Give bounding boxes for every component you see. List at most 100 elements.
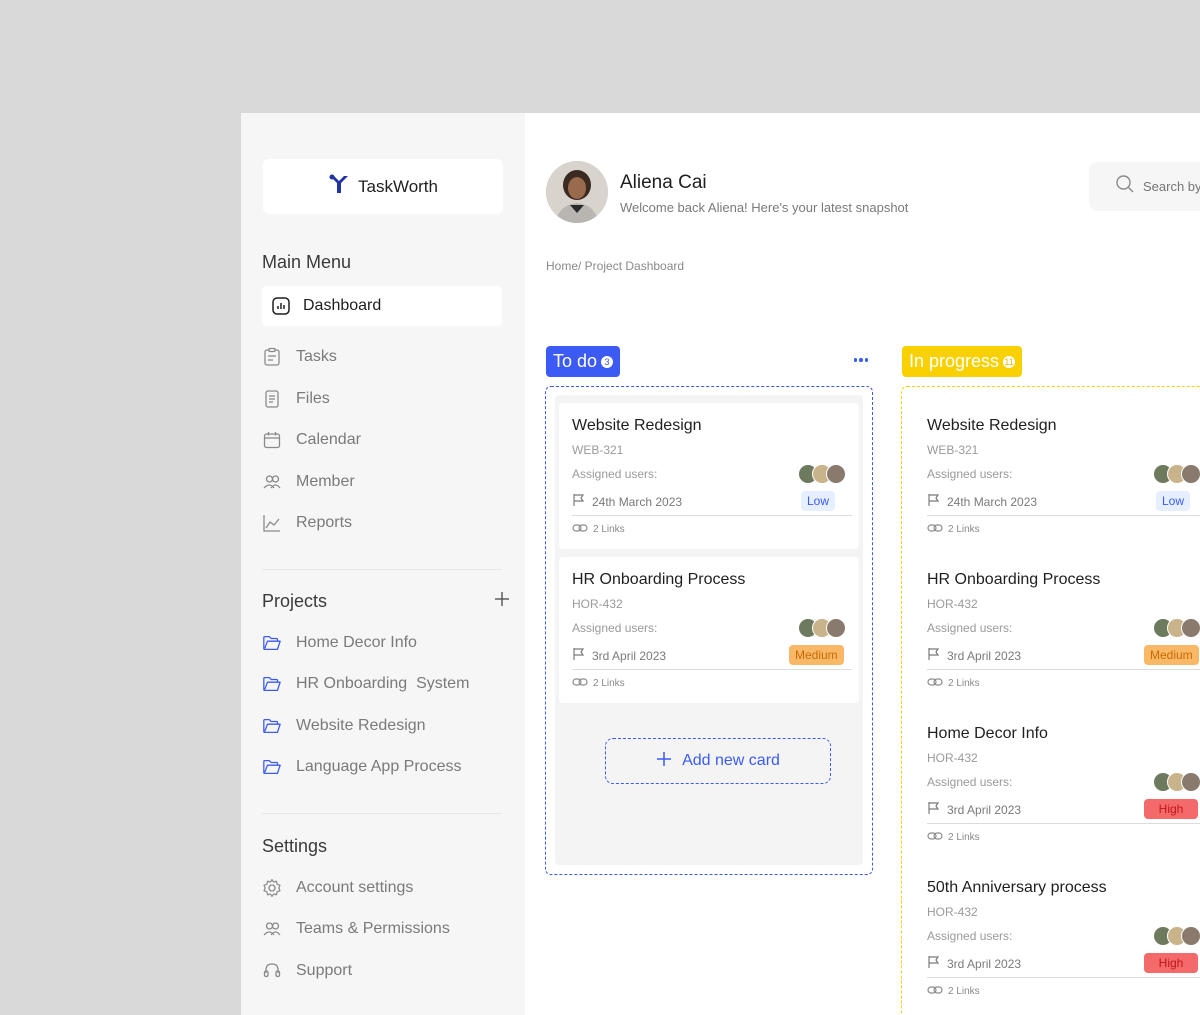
task-card[interactable]: HR Onboarding Process HOR-432 Assigned u… (914, 557, 1200, 703)
users-icon (262, 919, 282, 939)
divider (572, 515, 852, 516)
settings-item-account[interactable]: Account settings (262, 868, 502, 908)
divider (927, 977, 1200, 978)
card-title: Website Redesign (927, 417, 1057, 434)
settings-item-support[interactable]: Support (262, 951, 502, 991)
project-label: HR Onboarding System (296, 675, 470, 692)
flag-icon (927, 801, 941, 818)
project-item-website-redesign[interactable]: Website Redesign (262, 706, 502, 746)
assigned-avatars[interactable] (798, 618, 846, 638)
card-links[interactable]: 2 Links (927, 985, 980, 998)
gear-icon (262, 878, 282, 898)
dashboard-icon (271, 296, 291, 316)
task-card[interactable]: Home Decor Info HOR-432 Assigned users: … (914, 711, 1200, 857)
sidebar-item-dashboard[interactable]: Dashboard (262, 286, 502, 326)
card-date-text: 24th March 2023 (592, 494, 683, 509)
plus-icon (494, 591, 510, 612)
column-count-badge: 11 (1003, 355, 1016, 368)
search-input[interactable] (1143, 179, 1200, 194)
card-code: WEB-321 (927, 443, 979, 457)
link-icon (927, 831, 943, 844)
plus-icon (656, 751, 672, 772)
priority-badge: Low (801, 491, 836, 511)
calendar-icon (262, 430, 282, 450)
task-card[interactable]: HR Onboarding Process HOR-432 Assigned u… (559, 557, 859, 703)
card-code: HOR-432 (927, 751, 978, 765)
assigned-avatars[interactable] (1153, 926, 1200, 946)
priority-badge: High (1144, 953, 1198, 973)
card-links[interactable]: 2 Links (572, 523, 625, 536)
flag-icon (572, 647, 586, 664)
card-links[interactable]: 2 Links (927, 677, 980, 690)
assigned-avatars[interactable] (1153, 772, 1200, 792)
card-links[interactable]: 2 Links (572, 677, 625, 690)
task-card[interactable]: Website Redesign WEB-321 Assigned users:… (914, 403, 1200, 549)
search-box[interactable] (1089, 162, 1200, 211)
card-date: 24th March 2023 (927, 493, 1037, 510)
card-links[interactable]: 2 Links (927, 831, 980, 844)
search-icon (1115, 174, 1135, 199)
settings-item-teams[interactable]: Teams & Permissions (262, 909, 502, 949)
card-date-text: 24th March 2023 (947, 494, 1038, 509)
settings-label: Teams & Permissions (296, 920, 450, 937)
card-links-text: 2 Links (948, 524, 980, 535)
card-assigned-label: Assigned users: (927, 467, 1013, 481)
project-label: Language App Process (296, 758, 462, 775)
folder-icon (262, 633, 282, 653)
sidebar-item-member[interactable]: Member (262, 462, 502, 502)
assigned-avatars[interactable] (1153, 618, 1200, 638)
task-card[interactable]: 50th Anniversary process HOR-432 Assigne… (914, 865, 1200, 1011)
add-new-card-button[interactable]: Add new card (605, 738, 831, 784)
card-date: 3rd April 2023 (927, 647, 1021, 664)
flag-icon (927, 647, 941, 664)
card-links-text: 2 Links (593, 524, 625, 535)
card-assigned-label: Assigned users: (927, 621, 1013, 635)
link-icon (572, 523, 588, 536)
settings-label: Account settings (296, 879, 414, 896)
divider (262, 569, 502, 570)
avatar (1181, 618, 1200, 638)
card-code: HOR-432 (927, 905, 978, 919)
task-card[interactable]: Website Redesign WEB-321 Assigned users:… (559, 403, 859, 549)
logo[interactable]: TaskWorth (263, 159, 503, 214)
avatar (1181, 926, 1200, 946)
project-item-home-decor[interactable]: Home Decor Info (262, 623, 502, 663)
card-code: HOR-432 (572, 597, 623, 611)
in-progress-dropzone: Website Redesign WEB-321 Assigned users:… (901, 386, 1200, 1015)
sidebar-item-tasks[interactable]: Tasks (262, 337, 502, 377)
column-label-todo[interactable]: To do 3 (546, 346, 621, 377)
project-item-language-app[interactable]: Language App Process (262, 747, 502, 787)
todo-dropzone: Website Redesign WEB-321 Assigned users:… (545, 386, 873, 875)
folder-icon (262, 674, 282, 694)
more-options-button[interactable] (851, 352, 871, 368)
user-avatar[interactable] (546, 161, 608, 223)
divider (572, 669, 852, 670)
todo-list: Website Redesign WEB-321 Assigned users:… (555, 395, 863, 865)
assigned-avatars[interactable] (798, 464, 846, 484)
sidebar: TaskWorth Main Menu Dashboard Tasks File… (241, 113, 525, 1015)
settings-label: Support (296, 962, 353, 979)
column-count-badge: 3 (601, 355, 614, 368)
card-date-text: 3rd April 2023 (947, 956, 1022, 971)
card-title: HR Onboarding Process (572, 571, 746, 588)
projects-title: Projects (262, 591, 328, 611)
card-date: 3rd April 2023 (572, 647, 666, 664)
card-date: 3rd April 2023 (927, 801, 1021, 818)
sidebar-item-label: Reports (296, 514, 353, 531)
sidebar-item-files[interactable]: Files (262, 379, 502, 419)
card-date-text: 3rd April 2023 (947, 802, 1022, 817)
user-name: Aliena Cai (620, 172, 707, 193)
add-project-button[interactable] (492, 591, 512, 611)
project-item-hr-onboarding[interactable]: HR Onboarding System (262, 664, 502, 704)
breadcrumb[interactable]: Home/ Project Dashboard (546, 259, 684, 273)
assigned-avatars[interactable] (1153, 464, 1200, 484)
sidebar-item-calendar[interactable]: Calendar (262, 420, 502, 460)
sidebar-item-reports[interactable]: Reports (262, 503, 502, 543)
card-links-text: 2 Links (948, 678, 980, 689)
brand-name: TaskWorth (358, 176, 438, 196)
card-links-text: 2 Links (948, 832, 980, 843)
card-links[interactable]: 2 Links (927, 523, 980, 536)
card-title: Home Decor Info (927, 725, 1048, 742)
column-label-in-progress[interactable]: In progress 11 (902, 346, 1023, 377)
avatar (1181, 464, 1200, 484)
